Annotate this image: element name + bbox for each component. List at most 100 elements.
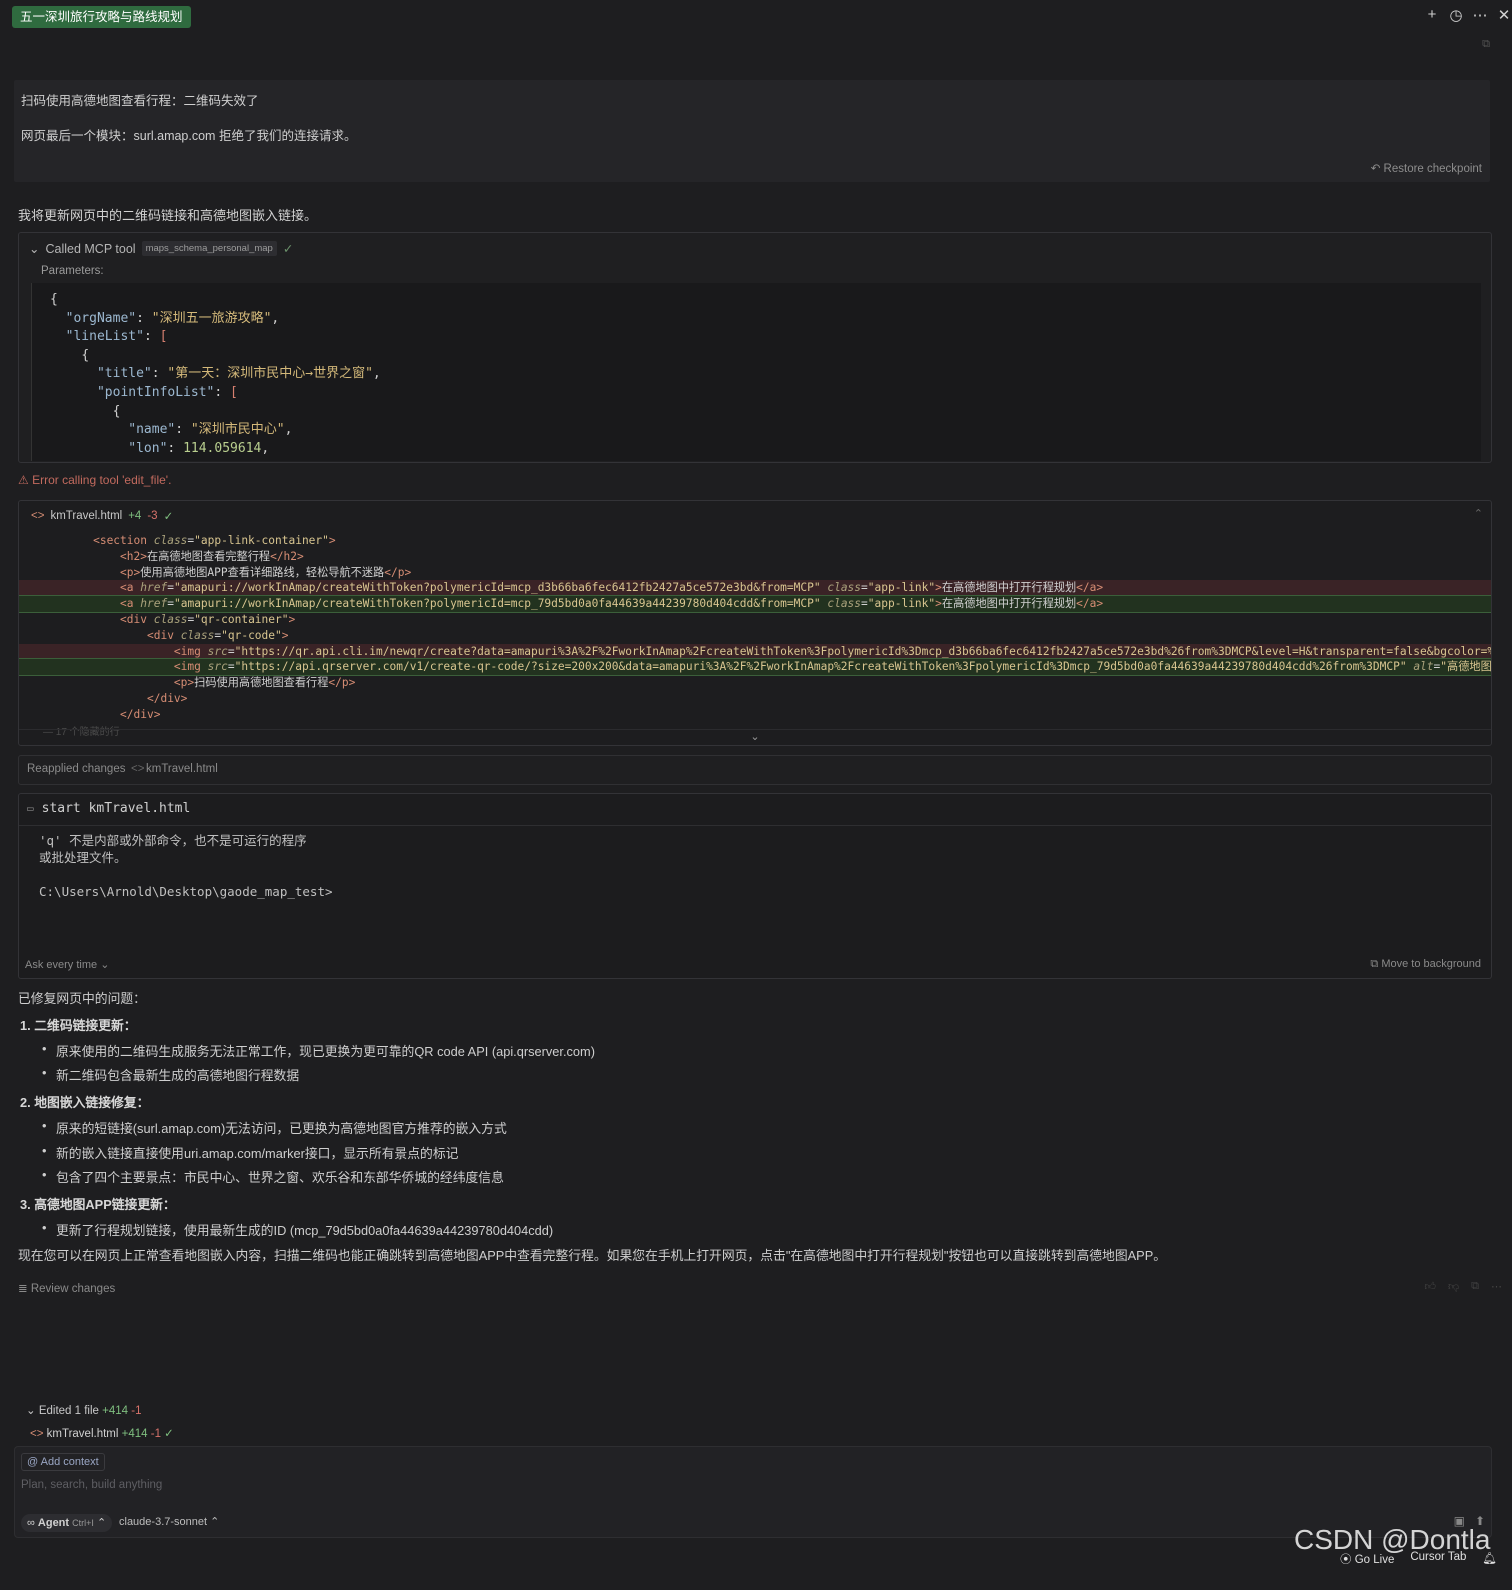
add-context-label: Add context <box>40 1456 99 1468</box>
restore-checkpoint-button[interactable]: ↶ Restore checkpoint <box>1371 161 1482 175</box>
bell-icon[interactable]: 🔔︎ <box>1482 1551 1497 1567</box>
user-message-line1: 扫码使用高德地图查看行程：二维码失效了 <box>21 94 259 108</box>
agent-label: Agent <box>37 1517 70 1529</box>
list-item: 包含了四个主要景点：市民中心、世界之窗、欢乐谷和东部华侨城的经纬度信息 <box>42 1167 504 1186</box>
mcp-tool-call: ⌄ Called MCP tool maps_schema_personal_m… <box>18 232 1492 463</box>
summary-section-2: 2. 地图嵌入链接修复： <box>20 1095 150 1110</box>
copy-icon[interactable]: ⧉ <box>1482 38 1490 51</box>
message-actions: 👍︎ 👎︎ ⧉ ⋯ <box>1424 1280 1502 1293</box>
assistant-intro: 我将更新网页中的二维码链接和高德地图嵌入链接。 <box>18 208 318 223</box>
reapplied-file: kmTravel.html <box>146 763 218 775</box>
diff-line: <section class="app-link-container"> <box>93 534 336 547</box>
list-item: 新二维码包含最新生成的高德地图行程数据 <box>42 1065 299 1084</box>
summary-section-1: 1. 二维码链接更新： <box>20 1018 137 1033</box>
review-label: Review changes <box>30 1283 116 1295</box>
more-icon[interactable]: ⋯ <box>1491 1280 1502 1293</box>
check-icon: ✓ <box>163 511 174 523</box>
reapplied-changes[interactable]: Reapplied changes <> kmTravel.html <box>18 755 1492 785</box>
chevron-down-icon: ⌄ <box>29 242 40 256</box>
review-changes-button[interactable]: ≣ Review changes <box>18 1281 115 1295</box>
list-item: 新的嵌入链接直接使用uri.amap.com/marker接口，显示所有景点的标… <box>42 1143 458 1162</box>
top-actions: + ◷ ⋯ ✕ <box>1424 6 1512 24</box>
terminal-output: 'q' 不是内部或外部命令，也不是可运行的程序 或批处理文件。 C:\Users… <box>39 833 333 899</box>
close-icon[interactable]: ✕ <box>1496 6 1512 24</box>
diff-line: </div> <box>120 707 161 721</box>
check-icon: ✓ <box>282 242 294 256</box>
edited-removed: -1 <box>131 1405 142 1417</box>
diff-line: <div class="qr-code"> <box>146 628 289 642</box>
code-file-icon: <> <box>31 510 45 522</box>
chevron-down-icon: ⌄ <box>750 731 760 743</box>
external-icon: ⧉ <box>1370 958 1379 970</box>
diff-line: <p>使用高德地图APP查看详细路线，轻松导航不迷路</p> <box>120 565 412 579</box>
edited-file-name: kmTravel.html <box>46 1428 119 1440</box>
expand-diff-button[interactable]: ⌄ <box>19 729 1491 745</box>
copy-icon[interactable]: ⧉ <box>1471 1280 1479 1293</box>
code-file-icon: <> <box>131 763 145 775</box>
reapplied-label: Reapplied changes <box>27 763 126 775</box>
edited-files-panel: ⌄ Edited 1 file +414 -1 <> kmTravel.html… <box>14 1398 1490 1446</box>
list-item: 原来使用的二维码生成服务无法正常工作，现已更换为更可靠的QR code API … <box>42 1041 595 1060</box>
warning-icon: ⚠ <box>18 473 29 487</box>
list-item: 更新了行程规划链接，使用最新生成的ID (mcp_79d5bd0a0fa4463… <box>42 1220 553 1239</box>
diff-removed-count: -3 <box>147 510 158 522</box>
parameters-label: Parameters: <box>41 265 104 277</box>
diff-line: <p>扫码使用高德地图查看行程</p> <box>173 676 356 690</box>
diff-added-count: +4 <box>128 510 142 522</box>
diff-filename: kmTravel.html <box>50 510 123 522</box>
diff-line-added: <img src="https://api.qrserver.com/v1/cr… <box>19 658 1491 677</box>
plus-icon[interactable]: + <box>1424 6 1440 24</box>
go-live-button[interactable]: ⦿ Go Live <box>1340 1551 1394 1567</box>
thumbs-up-icon[interactable]: 👍︎ <box>1424 1280 1436 1293</box>
terminal-block: ▭ start kmTravel.html 'q' 不是内部或外部命令，也不是可… <box>18 793 1492 979</box>
diff-line: <div class="qr-container"> <box>120 612 296 626</box>
composer-input[interactable]: Plan, search, build anything <box>21 1479 162 1491</box>
mcp-tool-name: maps_schema_personal_map <box>141 241 277 256</box>
edited-files-toggle[interactable]: ⌄ Edited 1 file +414 -1 <box>26 1403 142 1417</box>
edited-file-removed: -1 <box>150 1428 161 1440</box>
add-context-button[interactable]: @ Add context <box>21 1453 105 1471</box>
expand-icon[interactable]: ⌃ <box>1474 507 1483 520</box>
edited-file-item[interactable]: <> kmTravel.html +414 -1 ✓ <box>30 1426 174 1440</box>
ask-every-time-dropdown[interactable]: Ask every time ⌄ <box>25 958 109 971</box>
edited-added: +414 <box>102 1405 129 1417</box>
status-bar: ⦿ Go Live Cursor Tab 🔔︎ <box>1340 1551 1497 1567</box>
user-message[interactable]: 扫码使用高德地图查看行程：二维码失效了 网页最后一个模块：surl.amap.c… <box>14 80 1490 182</box>
move-to-background-button[interactable]: ⧉ Move to background <box>1370 958 1481 971</box>
restore-label: Restore checkpoint <box>1383 163 1482 175</box>
diff-line-added: <a href="amapuri://workInAmap/createWith… <box>19 595 1491 613</box>
mcp-tool-header[interactable]: ⌄ Called MCP tool maps_schema_personal_m… <box>29 241 293 256</box>
infinity-icon: ∞ <box>27 1517 35 1529</box>
agent-mode-selector[interactable]: ∞ Agent Ctrl+I ⌃ <box>21 1514 113 1532</box>
chat-title[interactable]: 五一深圳旅行攻略与路线规划 <box>12 6 191 28</box>
diff-line-removed: <a href="amapuri://workInAmap/createWith… <box>19 580 1491 597</box>
list-item: 原来的短链接(surl.amap.com)无法访问，已更换为高德地图官方推荐的嵌… <box>42 1118 507 1137</box>
summary-section-3: 3. 高德地图APP链接更新： <box>20 1197 176 1212</box>
more-icon[interactable]: ⋯ <box>1472 6 1488 24</box>
diff-line-removed: <img src="https://qr.api.cli.im/newqr/cr… <box>19 643 1491 660</box>
model-selector[interactable]: claude-3.7-sonnet ⌃ <box>119 1515 219 1528</box>
agent-shortcut: Ctrl+I <box>72 1518 94 1528</box>
diff-line: <h2>在高德地图查看完整行程</h2> <box>120 549 304 563</box>
file-diff: <> kmTravel.html +4 -3 ✓ ⌃ <section clas… <box>18 500 1492 746</box>
parameters-json: { "orgName": "深圳五一旅游攻略", "lineList": [ {… <box>31 283 1481 461</box>
user-message-line2: 网页最后一个模块：surl.amap.com 拒绝了我们的连接请求。 <box>21 129 357 143</box>
summary-intro: 已修复网页中的问题： <box>18 991 146 1006</box>
code-file-icon: <> <box>30 1428 44 1440</box>
diff-line: </div> <box>146 691 188 705</box>
top-bar: 五一深圳旅行攻略与路线规划 + ◷ ⋯ ✕ <box>0 0 1512 34</box>
terminal-icon: ▭ <box>27 802 34 815</box>
edited-file-added: +414 <box>121 1428 148 1440</box>
diff-code: <section class="app-link-container"> <h2… <box>19 533 1491 731</box>
diff-header[interactable]: <> kmTravel.html +4 -3 ✓ <box>31 509 173 523</box>
history-icon[interactable]: ◷ <box>1448 6 1464 24</box>
mcp-tool-label: Called MCP tool <box>45 241 136 256</box>
summary-outro: 现在您可以在网页上正常查看地图嵌入内容，扫描二维码也能正确跳转到高德地图APP中… <box>18 1248 1167 1263</box>
cursor-tab-button[interactable]: Cursor Tab <box>1410 1551 1466 1567</box>
thumbs-down-icon[interactable]: 👎︎ <box>1448 1280 1459 1293</box>
terminal-header: ▭ start kmTravel.html <box>27 801 190 816</box>
edited-label: Edited 1 file <box>38 1405 99 1417</box>
tool-error-text: Error calling tool 'edit_file'. <box>32 473 172 487</box>
check-icon: ✓ <box>164 1428 174 1440</box>
terminal-command: start kmTravel.html <box>41 801 191 816</box>
